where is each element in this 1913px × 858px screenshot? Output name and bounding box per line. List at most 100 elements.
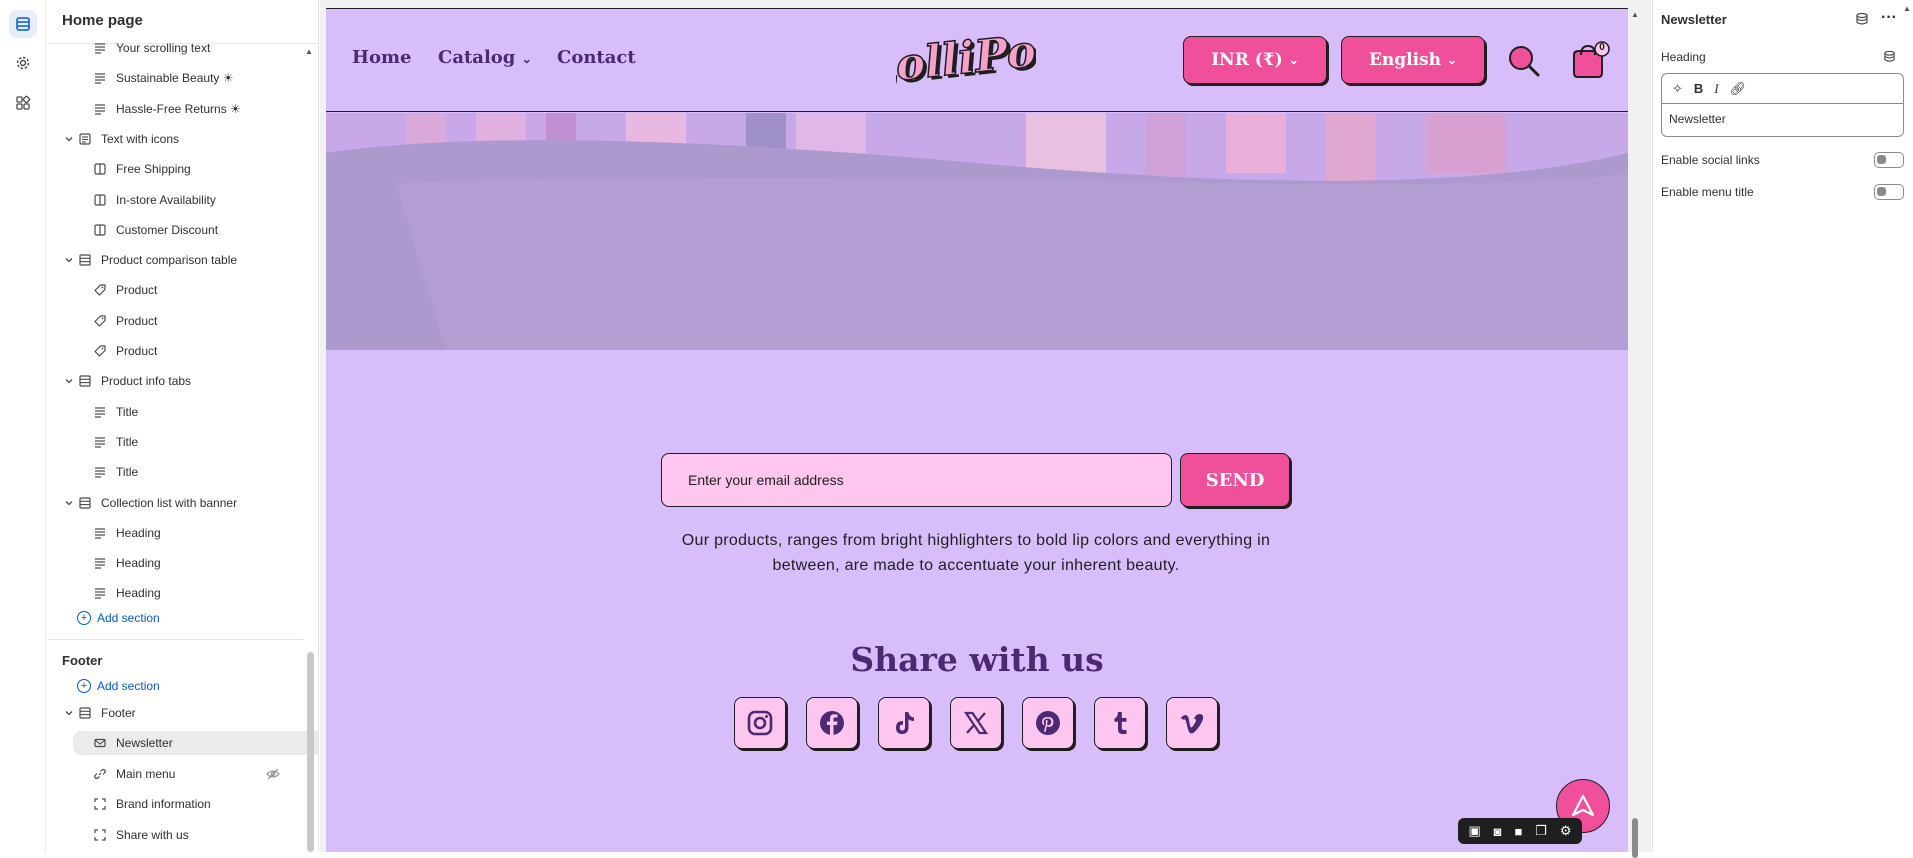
section-footer[interactable]: Footer (47, 701, 292, 725)
screenshot-icon[interactable]: ▣ (1468, 823, 1480, 839)
text-icon (93, 526, 107, 540)
database-icon[interactable] (1855, 12, 1869, 26)
sections-icon[interactable] (9, 10, 37, 38)
block-your-scrolling-text[interactable]: Your scrolling text (47, 36, 292, 60)
heading-label: Heading (1661, 50, 1706, 64)
x-icon[interactable] (950, 697, 1002, 749)
panel-scroll-thumb[interactable] (307, 652, 314, 852)
tree-row-label: Product info tabs (101, 374, 192, 388)
tree-row-label: Customer Discount (116, 223, 219, 237)
block-newsletter[interactable]: Newsletter (73, 731, 318, 755)
preview-scrollbar[interactable]: ▲ (1630, 8, 1640, 858)
block-customer-discount[interactable]: Customer Discount (47, 218, 292, 242)
scroll-up-icon[interactable]: ▲ (1631, 10, 1639, 19)
instagram-icon[interactable] (734, 697, 786, 749)
footer-add-section-button[interactable]: + Add section (77, 675, 160, 697)
tree-row-label: Main menu (116, 767, 176, 781)
tumblr-icon[interactable] (1094, 697, 1146, 749)
link-icon[interactable]: 🔗︎ (1730, 81, 1747, 97)
section-icon (78, 132, 92, 146)
nav-home-link[interactable]: Home (352, 47, 412, 68)
table-icon (78, 253, 92, 267)
email-field[interactable] (661, 453, 1172, 507)
block-hassle-free-returns[interactable]: Hassle-Free Returns ☀ (47, 97, 292, 121)
share-heading: Share with us (850, 640, 1104, 679)
rte-toolbar: ✧ B I 🔗︎ (1662, 74, 1903, 104)
text-icon (93, 102, 107, 116)
block-share-with-us[interactable]: Share with us (47, 823, 292, 847)
block-heading[interactable]: Heading (47, 581, 292, 605)
block-heading[interactable]: Heading (47, 521, 292, 545)
chevron-down-icon[interactable] (62, 496, 76, 510)
block-title[interactable]: Title (47, 430, 292, 454)
tree-row-label: Newsletter (116, 736, 173, 750)
section-text-with-icons[interactable]: Text with icons (47, 127, 292, 151)
magic-icon[interactable]: ✧ (1672, 81, 1683, 97)
facebook-icon[interactable] (806, 697, 858, 749)
block-product[interactable]: Product (47, 278, 292, 302)
block-sustainable-beauty[interactable]: Sustainable Beauty ☀ (47, 66, 292, 90)
window-icon[interactable]: ❐ (1535, 823, 1547, 839)
footer-group-header: Footer (62, 653, 103, 668)
nav-contact-link[interactable]: Contact (557, 47, 636, 68)
heading-field[interactable]: Newsletter (1662, 104, 1903, 134)
send-button[interactable]: SEND (1180, 453, 1290, 507)
block-free-shipping[interactable]: Free Shipping (47, 157, 292, 181)
more-options-icon[interactable]: ··· (1881, 9, 1897, 27)
block-brand-information[interactable]: Brand information (47, 792, 292, 816)
scroll-up-icon[interactable]: ▲ (305, 47, 313, 56)
add-section-label: Add section (97, 611, 160, 625)
nav-catalog-link[interactable]: Catalog ⌄ (438, 47, 532, 68)
text-icon (93, 405, 107, 419)
block-product[interactable]: Product (47, 339, 292, 363)
plus-circle-icon: + (77, 611, 91, 625)
search-icon[interactable] (1506, 43, 1542, 79)
logo-text: LolliPop (896, 23, 1036, 95)
arrow-up-icon (1571, 794, 1595, 817)
section-product-comparison-table[interactable]: Product comparison table (47, 248, 292, 272)
camera-icon[interactable]: ◙ (1494, 824, 1502, 839)
chevron-down-icon[interactable] (62, 132, 76, 146)
block-main-menu[interactable]: Main menu (47, 762, 292, 786)
scroll-up-icon[interactable]: ▲ (1903, 4, 1911, 13)
gear-icon[interactable]: ⚙ (1560, 823, 1572, 839)
italic-icon[interactable]: I (1714, 81, 1718, 97)
gear-icon[interactable] (9, 49, 37, 77)
block-title[interactable]: Title (47, 460, 292, 484)
tree-row-label: Product (116, 344, 158, 358)
database-icon[interactable] (1883, 50, 1896, 63)
block-product[interactable]: Product (47, 309, 292, 333)
apps-icon[interactable] (9, 89, 37, 117)
cart-count: 0 (1599, 42, 1605, 53)
block-title[interactable]: Title (47, 400, 292, 424)
eye-off-icon[interactable] (266, 767, 280, 781)
pinterest-icon[interactable] (1022, 697, 1074, 749)
tree-row-label: Collection list with banner (101, 496, 238, 510)
tiktok-icon[interactable] (878, 697, 930, 749)
mail-icon (93, 736, 107, 750)
block-in-store-availability[interactable]: In-store Availability (47, 188, 292, 212)
store-logo[interactable]: LolliPop LolliPop (896, 21, 1036, 97)
chevron-down-icon[interactable] (62, 374, 76, 388)
section-product-info-tabs[interactable]: Product info tabs (47, 369, 292, 393)
video-icon[interactable]: ■ (1514, 824, 1522, 839)
language-selector[interactable]: English ⌄ (1341, 36, 1485, 84)
tree-row-label: Your scrolling text (116, 41, 211, 55)
chevron-down-icon[interactable] (62, 253, 76, 267)
text-icon (93, 71, 107, 85)
add-section-button[interactable]: + Add section (77, 607, 160, 629)
bold-icon[interactable]: B (1694, 81, 1703, 96)
chevron-down-icon[interactable] (62, 706, 76, 720)
cart-button[interactable]: 0 (1566, 39, 1610, 83)
settings-title: Newsletter (1661, 12, 1727, 27)
menu-title-toggle[interactable] (1874, 184, 1904, 200)
preview-scroll-thumb[interactable] (1632, 818, 1638, 858)
currency-selector[interactable]: INR (₹) ⌄ (1183, 36, 1327, 84)
block-heading[interactable]: Heading (47, 551, 292, 575)
column-icon (93, 193, 107, 207)
vimeo-icon[interactable] (1166, 697, 1218, 749)
social-links-toggle[interactable] (1874, 152, 1904, 168)
section-collection-list-with-banner[interactable]: Collection list with banner (47, 491, 292, 515)
language-label: English (1368, 50, 1441, 70)
heading-rich-text-editor[interactable]: ✧ B I 🔗︎ Newsletter (1661, 73, 1904, 137)
